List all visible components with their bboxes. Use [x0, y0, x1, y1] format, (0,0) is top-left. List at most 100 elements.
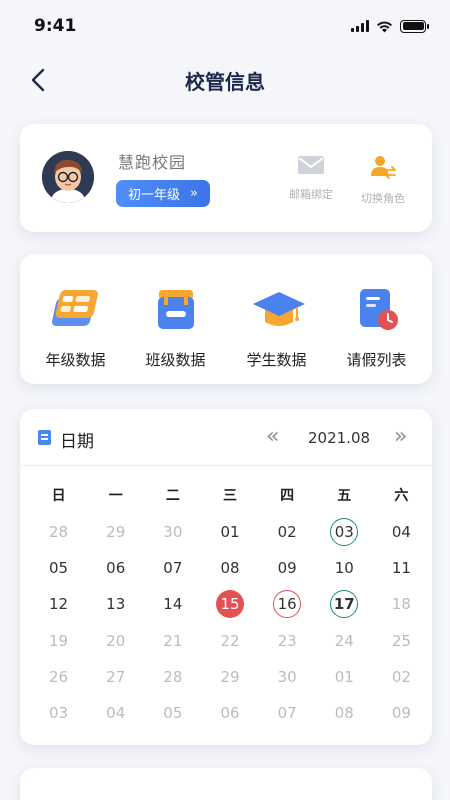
status-icons [351, 19, 429, 33]
calendar-day[interactable]: 01 [316, 659, 373, 695]
calendar-day[interactable]: 17 [316, 586, 373, 622]
calendar-day-number: 01 [220, 523, 240, 542]
calendar-days: 28 29 30 01 02 03 04 05 06 07 08 09 10 11 12 13 14 15 16 17… [30, 514, 430, 731]
calendar-day[interactable]: 07 [144, 550, 201, 586]
calendar-day-number: 04 [106, 704, 126, 723]
calendar-day-number: 13 [106, 595, 126, 614]
calendar-day[interactable]: 26 [30, 659, 87, 695]
calendar-day[interactable]: 03 [30, 695, 87, 731]
calendar-day[interactable]: 05 [30, 550, 87, 586]
calendar-day[interactable]: 06 [201, 695, 258, 731]
grade-button[interactable]: 初一年级 » [116, 180, 210, 207]
wifi-icon [377, 21, 392, 32]
calendar-day[interactable]: 29 [201, 659, 258, 695]
next-card [20, 768, 432, 800]
calendar-day[interactable]: 05 [144, 695, 201, 731]
calendar-week-row: 05 06 07 08 09 10 11 [30, 550, 430, 586]
leave-list-label: 请假列表 [346, 351, 407, 369]
class-data-icon [150, 284, 202, 336]
calendar-day[interactable]: 08 [316, 695, 373, 731]
calendar-day[interactable]: 11 [373, 550, 430, 586]
calendar-day[interactable]: 18 [373, 586, 430, 622]
calendar-day[interactable]: 15 [201, 586, 258, 622]
weekday-label: 一 [108, 488, 123, 504]
grade-data-label: 年级数据 [45, 351, 106, 369]
calendar-day-number: 02 [391, 667, 411, 686]
calendar-day[interactable]: 04 [87, 695, 144, 731]
signal-icon [351, 20, 369, 32]
calendar-day-number: 17 [330, 590, 359, 619]
switch-role-icon [371, 156, 396, 179]
calendar-day[interactable]: 23 [259, 623, 316, 659]
weekday-label: 五 [337, 488, 352, 504]
calendar-day[interactable]: 09 [259, 550, 316, 586]
function-grid: 年级数据 班级数据 学生数据 请假列表 [20, 254, 432, 384]
switch-role-button[interactable]: 切换角色 [348, 154, 418, 206]
weekday-label: 日 [51, 488, 66, 504]
calendar-day[interactable]: 06 [87, 550, 144, 586]
page-title: 校管信息 [185, 70, 265, 94]
calendar-day-number: 01 [334, 667, 354, 686]
calendar-day[interactable]: 28 [30, 514, 87, 550]
class-data-button[interactable]: 班级数据 [124, 284, 227, 370]
calendar-day[interactable]: 25 [373, 623, 430, 659]
calendar-day[interactable]: 27 [87, 659, 144, 695]
calendar-day-number: 14 [163, 595, 183, 614]
mail-bind-button[interactable]: 邮箱绑定 [276, 154, 346, 202]
calendar-day-number: 28 [49, 523, 69, 542]
calendar-day-number: 08 [334, 704, 354, 723]
calendar-header: 日期 « 2021.08 » [20, 409, 432, 466]
status-bar: 9:41 [0, 0, 450, 52]
calendar-day-number: 22 [220, 631, 240, 650]
prev-month-icon[interactable]: « [266, 424, 279, 449]
calendar-day[interactable]: 28 [144, 659, 201, 695]
mail-icon [298, 156, 324, 174]
battery-icon [400, 19, 429, 33]
calendar-week-row: 26 27 28 29 30 01 02 [30, 659, 430, 695]
calendar-day-number: 19 [49, 631, 69, 650]
grade-data-button[interactable]: 年级数据 [24, 284, 127, 370]
calendar-day[interactable]: 20 [87, 623, 144, 659]
calendar-day[interactable]: 10 [316, 550, 373, 586]
calendar-list-icon [38, 430, 51, 445]
calendar-day[interactable]: 09 [373, 695, 430, 731]
chevron-right-double-icon: » [190, 186, 198, 201]
calendar-day[interactable]: 08 [201, 550, 258, 586]
calendar-day[interactable]: 30 [144, 514, 201, 550]
calendar-day-number: 20 [106, 631, 126, 650]
calendar-day[interactable]: 01 [201, 514, 258, 550]
calendar-day[interactable]: 21 [144, 623, 201, 659]
calendar-day[interactable]: 02 [373, 659, 430, 695]
leave-list-button[interactable]: 请假列表 [325, 284, 428, 370]
calendar-day[interactable]: 04 [373, 514, 430, 550]
calendar-day-number: 06 [220, 704, 240, 723]
calendar-day-number: 05 [163, 704, 183, 723]
calendar-day[interactable]: 03 [316, 514, 373, 550]
student-data-button[interactable]: 学生数据 [225, 284, 328, 370]
calendar-day[interactable]: 02 [259, 514, 316, 550]
calendar-day-number: 29 [106, 523, 126, 542]
calendar-week-row: 12 13 14 15 16 17 18 [30, 586, 430, 622]
calendar-day[interactable]: 19 [30, 623, 87, 659]
school-name: 慧跑校园 [118, 153, 187, 172]
calendar-day[interactable]: 29 [87, 514, 144, 550]
calendar-day[interactable]: 13 [87, 586, 144, 622]
weekday-label: 四 [280, 488, 295, 504]
calendar-day[interactable]: 07 [259, 695, 316, 731]
next-month-icon[interactable]: » [394, 424, 407, 449]
calendar-day[interactable]: 12 [30, 586, 87, 622]
calendar-day[interactable]: 16 [259, 586, 316, 622]
calendar-day-number: 07 [163, 559, 183, 578]
calendar-day[interactable]: 14 [144, 586, 201, 622]
calendar-day-number: 30 [163, 523, 183, 542]
calendar-day[interactable]: 22 [201, 623, 258, 659]
calendar-week-row: 28 29 30 01 02 03 04 [30, 514, 430, 550]
calendar-day[interactable]: 24 [316, 623, 373, 659]
calendar-day-number: 07 [277, 704, 297, 723]
calendar-day[interactable]: 30 [259, 659, 316, 695]
calendar-day-number: 09 [391, 704, 411, 723]
calendar-day-number: 12 [49, 595, 69, 614]
calendar-day-number: 18 [391, 595, 411, 614]
avatar[interactable] [42, 151, 94, 203]
calendar-day-number: 03 [330, 518, 359, 547]
